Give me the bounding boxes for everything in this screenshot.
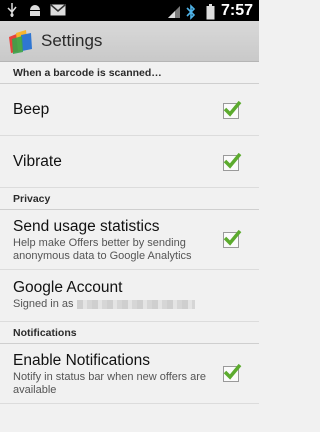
usage-statistics-setting[interactable]: Send usage statistics Help make Offers b… <box>0 210 259 270</box>
beep-setting[interactable]: Beep <box>0 84 259 136</box>
battery-icon <box>206 3 215 19</box>
settings-list: When a barcode is scanned… Beep Vibrate … <box>0 62 259 404</box>
page-title: Settings <box>41 31 103 50</box>
usb-icon <box>6 3 20 17</box>
signal-icon <box>166 4 180 18</box>
enable-notifications-setting[interactable]: Enable Notifications Notify in status ba… <box>0 344 259 404</box>
bluetooth-icon <box>186 3 200 20</box>
section-header-privacy: Privacy <box>0 188 259 210</box>
usage-statistics-checkbox[interactable] <box>223 229 242 248</box>
enable-notifications-checkbox[interactable] <box>223 363 242 382</box>
vibrate-setting[interactable]: Vibrate <box>0 136 259 188</box>
vibrate-checkbox[interactable] <box>223 152 242 171</box>
offers-app-icon[interactable] <box>6 27 34 55</box>
google-account-label: Google Account <box>13 279 123 296</box>
enable-notifications-summary: Notify in status bar when new offers are… <box>13 371 207 396</box>
signed-in-prefix: Signed in as <box>13 298 74 310</box>
clock: 7:57 <box>220 2 253 19</box>
section-header-barcode: When a barcode is scanned… <box>0 62 259 84</box>
usage-statistics-summary: Help make Offers better by sending anony… <box>13 237 192 262</box>
gmail-icon <box>50 3 66 17</box>
android-debug-icon <box>28 3 42 17</box>
google-account-setting[interactable]: Google Account Signed in as <box>0 270 259 322</box>
redacted-email <box>76 299 195 309</box>
section-header-notifications: Notifications <box>0 322 259 344</box>
google-account-summary: Signed in as <box>13 298 218 311</box>
action-bar: Settings <box>0 21 259 62</box>
status-bar: 7:57 <box>0 0 259 21</box>
beep-checkbox[interactable] <box>223 100 242 119</box>
